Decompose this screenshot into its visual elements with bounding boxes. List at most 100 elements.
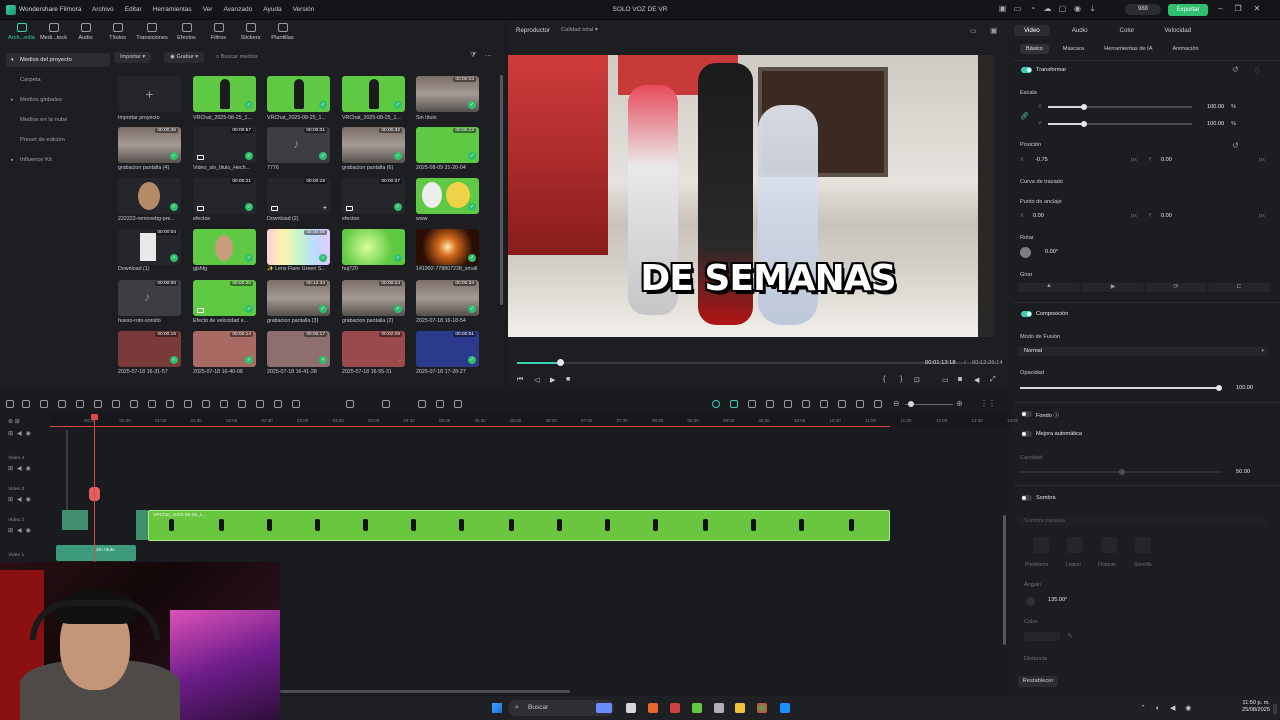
snap-icon[interactable]: [712, 400, 720, 408]
freeze-icon[interactable]: [274, 400, 282, 408]
add-track-icon[interactable]: ⊕ ⊞: [8, 418, 20, 425]
link-clips-icon[interactable]: [730, 400, 738, 408]
media-item[interactable]: 00:00:57 ✓: [193, 127, 256, 163]
track-controls[interactable]: ⊞◀◉: [8, 527, 35, 534]
tab-video[interactable]: Video: [1014, 25, 1050, 36]
sidebar-item-influence-kit[interactable]: ▸ Influence Kit: [6, 153, 110, 173]
rotate-90-button[interactable]: ⟳: [1146, 283, 1206, 292]
subtab-herramientas-ia[interactable]: Herramientas de IA: [1098, 44, 1158, 54]
timeline-clip-green[interactable]: VRChat_2025-08-25_1...: [148, 510, 890, 541]
subtitle-icon[interactable]: [856, 400, 864, 408]
media-item[interactable]: 00:00:34 ✓: [416, 280, 479, 316]
record-voice-icon[interactable]: [382, 400, 390, 408]
playhead-handle[interactable]: [91, 414, 98, 420]
windows-start-icon[interactable]: [492, 703, 502, 713]
export-button[interactable]: Exportar: [1168, 4, 1208, 16]
shadow-option-floating[interactable]: [1101, 537, 1117, 553]
timeline-clip-v1[interactable]: Sin título: [56, 545, 136, 561]
effects-track-icon[interactable]: [766, 400, 774, 408]
media-item[interactable]: 00:00:27 ✓: [342, 178, 405, 214]
quality-select[interactable]: Calidad total ▾: [561, 27, 598, 33]
sidebar-item-medios-nube[interactable]: Medios en la nube: [6, 113, 110, 133]
tab-efectos[interactable]: Efectos: [171, 23, 202, 41]
sidebar-item-medios-globales[interactable]: ▸ Medios globales: [6, 93, 110, 113]
subtab-mascara[interactable]: Máscara: [1057, 44, 1090, 54]
media-item[interactable]: ✓: [342, 76, 405, 112]
position-x-value[interactable]: -0.75: [1035, 157, 1048, 163]
mark-in-icon[interactable]: {: [883, 376, 885, 383]
bell-icon[interactable]: ◉: [1073, 4, 1082, 13]
media-item[interactable]: 00:00:01 ♪ ✓: [267, 127, 330, 163]
blend-mode-select[interactable]: Normal ▾: [1018, 347, 1268, 356]
add-track-icon[interactable]: [748, 400, 756, 408]
media-item[interactable]: ✓: [342, 229, 405, 265]
headset-icon[interactable]: ◔: [1028, 4, 1037, 13]
link-icon[interactable]: 🔗︎: [1020, 112, 1029, 120]
volume-icon[interactable]: ◀: [974, 376, 979, 384]
scale-x-value[interactable]: 100.00: [1207, 104, 1224, 110]
voiceover-icon[interactable]: [802, 400, 810, 408]
render-icon[interactable]: [346, 400, 354, 408]
shadow-toggle[interactable]: [1021, 495, 1032, 501]
media-item[interactable]: 00:00:03 ✓: [416, 76, 479, 112]
mark-out-icon[interactable]: }: [900, 376, 902, 383]
rotate-dial[interactable]: [1020, 247, 1031, 258]
text-tool-icon[interactable]: [148, 400, 156, 408]
keyframe-icon[interactable]: ◇: [1254, 66, 1259, 74]
track-controls[interactable]: ⊞◀◉: [8, 496, 35, 503]
app-icon[interactable]: [670, 703, 680, 713]
tab-audio[interactable]: Audio: [70, 23, 101, 41]
people-icon[interactable]: [596, 703, 612, 713]
task-view-icon[interactable]: [626, 703, 636, 713]
media-item[interactable]: 00:12:34 ✓: [267, 280, 330, 316]
sidebar-item-medios-proyecto[interactable]: ▾ Medios del proyecto: [6, 53, 110, 67]
snapshot-icon[interactable]: ▣: [990, 26, 998, 35]
tab-titulos[interactable]: Títulos: [102, 23, 133, 41]
zoom-out-icon[interactable]: [202, 400, 210, 408]
shadow-option-simple[interactable]: [1135, 537, 1151, 553]
stop-icon[interactable]: ■: [566, 376, 570, 383]
timeline-hscrollbar[interactable]: [280, 690, 570, 693]
import-project-tile[interactable]: +: [118, 76, 181, 112]
playhead[interactable]: [94, 414, 95, 566]
timeline-clip[interactable]: [136, 510, 148, 540]
file-explorer-icon[interactable]: [735, 703, 745, 713]
import-button[interactable]: Importar ▾: [114, 52, 152, 63]
tab-velocidad[interactable]: Velocidad: [1154, 25, 1201, 36]
grid-view-icon[interactable]: ⋮⋮: [980, 399, 996, 408]
media-item[interactable]: 00:00:51 ✓: [416, 331, 479, 367]
sidebar-item-preset-edicion[interactable]: Preset de edición: [6, 133, 110, 153]
trim-icon[interactable]: [112, 400, 120, 408]
media-item[interactable]: 00:00:19 +: [267, 178, 330, 214]
tab-color[interactable]: Color: [1110, 25, 1145, 36]
media-item[interactable]: 00:00:21 ✓: [193, 178, 256, 214]
media-item[interactable]: 00:00:15 ✓: [118, 331, 181, 367]
maximize-icon[interactable]: ❐: [1234, 4, 1241, 13]
angle-dial[interactable]: [1026, 597, 1035, 606]
shield-icon[interactable]: [784, 400, 792, 408]
sidebar-item-carpeta[interactable]: Carpeta: [6, 73, 110, 93]
speed-icon[interactable]: [256, 400, 264, 408]
media-item[interactable]: 00:00:20 ✓: [193, 280, 256, 316]
chat-icon[interactable]: ▢: [1058, 4, 1067, 13]
more-icon[interactable]: ⋯: [485, 52, 492, 60]
track-controls[interactable]: ⊞◀◉: [8, 465, 35, 472]
record-button[interactable]: ◉ Grabar ▾: [164, 52, 205, 63]
zoom-minus-icon[interactable]: ⊖: [893, 399, 900, 408]
zoom-plus-icon[interactable]: ⊕: [956, 399, 963, 408]
media-item[interactable]: 00:00:36 ✓: [118, 127, 181, 163]
scale-x-knob[interactable]: [1081, 104, 1087, 110]
zoom-icon[interactable]: [166, 400, 174, 408]
layout-icon[interactable]: ▭: [970, 27, 977, 35]
media-item[interactable]: ✓: [416, 229, 479, 265]
media-item[interactable]: 00:02:09 +: [342, 331, 405, 367]
taskbar-clock[interactable]: 11:50 p. m. 25/08/2025: [1226, 700, 1270, 714]
rotate-value[interactable]: 0.00°: [1045, 249, 1058, 255]
video-preview[interactable]: DE SEMANAS: [508, 55, 995, 337]
cloud-icon[interactable]: ☁: [1043, 4, 1052, 13]
reset-icon[interactable]: ↺: [1232, 65, 1239, 74]
redo-icon[interactable]: [58, 400, 66, 408]
play-icon[interactable]: ▶: [550, 376, 555, 384]
undo-icon[interactable]: [40, 400, 48, 408]
crop-tool-icon[interactable]: [130, 400, 138, 408]
